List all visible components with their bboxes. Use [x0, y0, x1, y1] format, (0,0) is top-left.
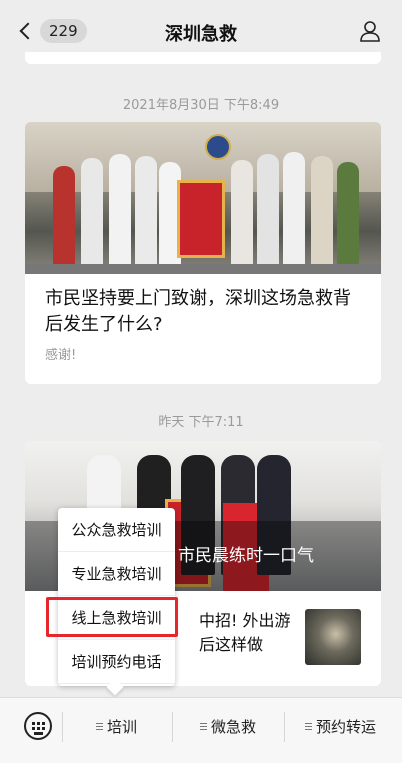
- article-summary: 感谢!: [45, 348, 77, 363]
- emblem-icon: [205, 134, 231, 160]
- keyboard-icon[interactable]: [24, 712, 52, 740]
- tab-training[interactable]: 培训: [96, 716, 137, 737]
- article-thumbnail: [305, 609, 361, 665]
- previous-card[interactable]: [25, 52, 381, 64]
- article-title[interactable]: 市民坚持要上门致谢，深圳这场急救背后发生了什么?: [25, 274, 381, 338]
- tab-transfer-booking[interactable]: 预约转运: [305, 716, 376, 737]
- menu-lines-icon: [305, 723, 312, 730]
- menu-item-public-training[interactable]: 公众急救培训: [58, 508, 175, 552]
- article-card[interactable]: 市民坚持要上门致谢，深圳这场急救背后发生了什么? 感谢!: [25, 122, 381, 384]
- menu-lines-icon: [96, 723, 103, 730]
- article-cover-image: [25, 122, 381, 274]
- tab-micro-first-aid[interactable]: 微急救: [200, 716, 256, 737]
- menu-item-professional-training[interactable]: 专业急救培训: [58, 552, 175, 596]
- message-timestamp: 昨天 下午7:11: [158, 415, 244, 430]
- highlight-box: [46, 597, 178, 637]
- silk-banner: [177, 180, 225, 258]
- page-title: 深圳急救: [165, 24, 237, 45]
- bottom-menu-bar: 培训 微急救 预约转运: [0, 697, 402, 763]
- menu-item-booking-phone[interactable]: 培训预约电话: [58, 640, 175, 684]
- message-timestamp: 2021年8月30日 下午8:49: [122, 98, 280, 113]
- menu-lines-icon: [200, 723, 207, 730]
- profile-icon[interactable]: [358, 19, 382, 43]
